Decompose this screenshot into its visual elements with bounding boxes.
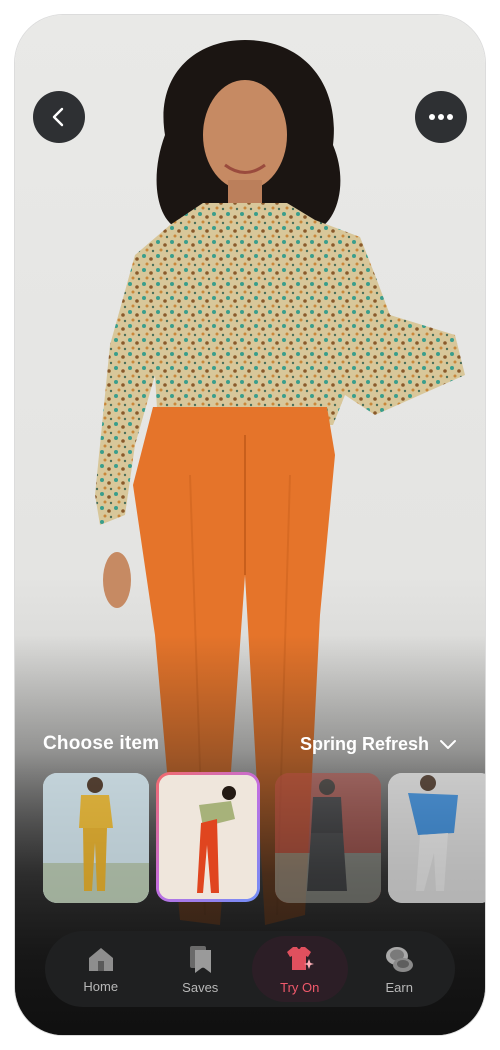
choose-item-title: Choose item (43, 733, 160, 754)
coins-icon (386, 946, 414, 972)
item-image (275, 773, 381, 903)
chevron-left-icon (52, 107, 64, 127)
nav-item-earn[interactable]: Earn (351, 936, 447, 1002)
item-image (43, 773, 149, 903)
bookmark-icon (190, 945, 212, 973)
item-thumbnail[interactable] (43, 773, 149, 903)
collection-label: Spring Refresh (299, 733, 429, 754)
bottom-navigation: Home Saves Try On Earn (45, 931, 455, 1007)
collection-dropdown[interactable]: Spring Refresh (300, 734, 457, 755)
nav-item-saves[interactable]: Saves (152, 936, 248, 1002)
nav-label: Home (83, 978, 119, 994)
item-carousel (43, 772, 485, 907)
nav-item-try-on[interactable]: Try On (251, 936, 348, 1002)
home-icon (88, 947, 113, 971)
chevron-down-icon (440, 740, 456, 749)
back-button[interactable] (33, 91, 85, 143)
phone-screen: Choose item Spring Refresh Home Saves Tr… (15, 15, 485, 1035)
item-image (388, 773, 485, 903)
nav-item-home[interactable]: Home (53, 936, 149, 1002)
shirt-sparkle-icon (286, 946, 314, 970)
nav-label: Earn (385, 979, 413, 995)
item-thumbnail[interactable] (388, 773, 485, 903)
nav-label: Try On (280, 979, 320, 995)
more-options-button[interactable] (415, 91, 467, 143)
more-horizontal-icon (429, 114, 453, 120)
item-image (159, 775, 257, 899)
picker-header: Choose item Spring Refresh (43, 730, 457, 758)
item-thumbnail-selected[interactable] (156, 772, 260, 902)
nav-label: Saves (182, 979, 219, 995)
item-thumbnail[interactable] (275, 773, 381, 903)
